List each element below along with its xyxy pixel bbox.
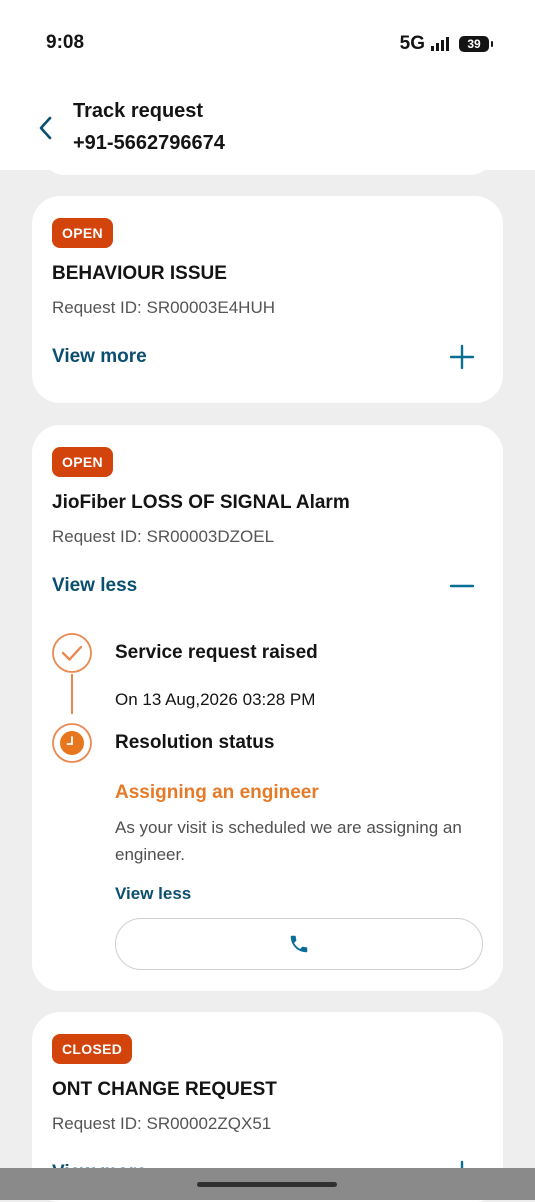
- request-title: ONT CHANGE REQUEST: [52, 1079, 277, 1100]
- clock-icon: [52, 723, 92, 763]
- request-id: Request ID: SR00002ZQX51: [52, 1114, 272, 1133]
- status-bar: 9:08 5G 39: [0, 0, 535, 80]
- network-type: 5G: [399, 33, 425, 54]
- page-title: Track request: [73, 100, 204, 122]
- request-id: Request ID: SR00003E4HUH: [52, 298, 276, 317]
- check-circle-icon: [52, 633, 92, 673]
- resolution-status-description: As your visit is scheduled we are assign…: [115, 818, 462, 864]
- home-handle[interactable]: [197, 1182, 337, 1187]
- request-card-expanded: OPEN JioFiber LOSS OF SIGNAL Alarm Reque…: [32, 425, 503, 991]
- timeline-step-date: On 13 Aug,2026 03:28 PM: [115, 690, 316, 709]
- back-arrow-icon[interactable]: [36, 114, 56, 142]
- status-indicators: 5G 39: [399, 33, 493, 55]
- request-card: OPEN BEHAVIOUR ISSUE Request ID: SR00003…: [32, 196, 503, 403]
- status-badge: OPEN: [52, 447, 113, 477]
- battery-icon: 39: [459, 36, 493, 52]
- request-title: JioFiber LOSS OF SIGNAL Alarm: [52, 492, 350, 513]
- view-less-link[interactable]: View less: [52, 575, 137, 597]
- status-time: 9:08: [46, 32, 85, 53]
- timeline-step-heading: Resolution status: [115, 732, 275, 753]
- phone-icon: [290, 935, 308, 953]
- request-id: Request ID: SR00003DZOEL: [52, 527, 275, 546]
- timeline-connector: [71, 674, 73, 714]
- resolution-status-title: Assigning an engineer: [115, 782, 319, 803]
- status-badge: CLOSED: [52, 1034, 133, 1064]
- status-badge: OPEN: [52, 218, 113, 248]
- gesture-navigation-bar: [0, 1168, 535, 1200]
- view-more-link[interactable]: View more: [52, 346, 147, 368]
- timeline-view-less-link[interactable]: View less: [115, 884, 191, 904]
- signal-icon: [431, 37, 449, 51]
- plus-icon[interactable]: [449, 344, 475, 370]
- timeline-step-heading: Service request raised: [115, 642, 318, 663]
- previous-card-peek: [40, 150, 495, 175]
- minus-icon[interactable]: [449, 573, 475, 599]
- call-button[interactable]: [115, 918, 483, 970]
- request-title: BEHAVIOUR ISSUE: [52, 263, 227, 284]
